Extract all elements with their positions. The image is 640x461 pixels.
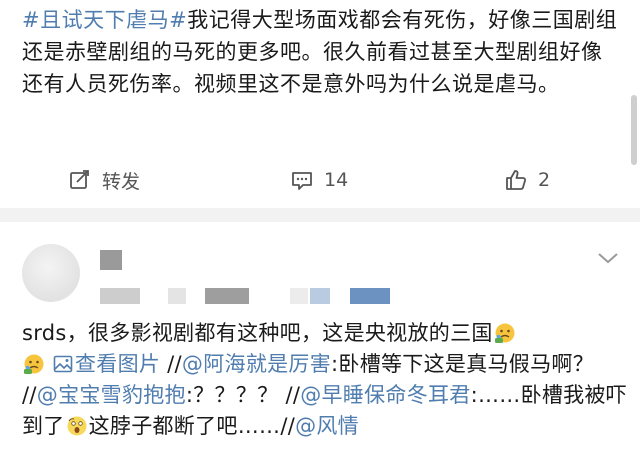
comment-bubble-icon: [292, 172, 312, 190]
repost-label: 转发: [102, 170, 141, 193]
repost-separator: //: [22, 383, 37, 407]
comment-count: 14: [324, 169, 349, 191]
repost-button[interactable]: 转发: [68, 162, 140, 198]
topic-link[interactable]: #且试天下虐马#: [22, 8, 187, 32]
post-text: #且试天下虐马#我记得大型场面戏都会有死伤，好像三国剧组还是赤壁剧组的马死的更多…: [22, 4, 622, 100]
comment-text-part: :？？？？: [185, 383, 286, 407]
chevron-down-icon[interactable]: [596, 250, 620, 266]
meta-redacted-3: [205, 288, 249, 304]
repost-separator: //: [285, 383, 301, 407]
user-mention[interactable]: @宝宝雪豹抱抱: [37, 383, 186, 407]
like-button[interactable]: 2: [504, 162, 550, 198]
comment-text: srds，很多影视剧都有这种吧，这是央视放的三国 查看图片 //@阿海就是厉害:…: [22, 318, 628, 442]
like-count: 2: [538, 169, 551, 191]
view-image-link[interactable]: 查看图片: [53, 352, 160, 376]
comment-button[interactable]: 14: [290, 162, 348, 198]
comment-text-part: :卧槽等下这是真马假马啊？: [331, 352, 595, 376]
shocked-emoji-icon: [67, 416, 87, 436]
weibo-post: #且试天下虐马#我记得大型场面戏都会有死伤，好像三国剧组还是赤壁剧组的马死的更多…: [0, 0, 640, 208]
user-mention[interactable]: @风情: [295, 414, 359, 438]
comment-text-part: 这脖子都断了吧……: [88, 414, 281, 438]
avatar[interactable]: [22, 244, 80, 302]
comment-text-part: srds，很多影视剧都有这种吧，这是央视放的三国: [22, 321, 493, 345]
meta-redacted-4: [290, 288, 308, 304]
image-icon: [53, 355, 73, 373]
crying-emoji-icon: [494, 323, 515, 343]
user-mention[interactable]: @阿海就是厉害: [182, 352, 331, 376]
meta-redacted-1: [100, 288, 140, 304]
scrollbar[interactable]: [631, 95, 637, 165]
repost-separator: //: [280, 414, 296, 438]
username-redacted: [100, 250, 122, 270]
crying-emoji-icon: [24, 354, 44, 374]
meta-redacted-6: [350, 288, 390, 304]
meta-redacted-2: [168, 288, 186, 304]
edit-square-icon: [70, 170, 89, 189]
repost-separator: //: [160, 352, 182, 376]
user-mention[interactable]: @早睡保命冬耳君: [300, 383, 470, 407]
meta-redacted-5: [310, 288, 330, 304]
view-image-label: 查看图片: [74, 352, 161, 376]
thumbs-up-icon: [506, 170, 527, 190]
section-divider: [0, 208, 640, 222]
comment-card: srds，很多影视剧都有这种吧，这是央视放的三国 查看图片 //@阿海就是厉害:…: [0, 222, 640, 461]
post-action-bar: 转发 14 2: [0, 162, 640, 198]
